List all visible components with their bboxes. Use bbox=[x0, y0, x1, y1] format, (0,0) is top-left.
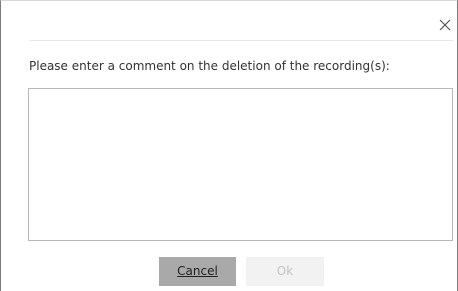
comment-input[interactable] bbox=[28, 88, 453, 241]
delete-comment-dialog: Please enter a comment on the deletion o… bbox=[0, 0, 458, 291]
prompt-label: Please enter a comment on the deletion o… bbox=[29, 59, 390, 73]
ok-button[interactable]: Ok bbox=[246, 257, 324, 286]
cancel-button[interactable]: Cancel bbox=[159, 257, 236, 286]
close-icon[interactable] bbox=[437, 17, 453, 33]
title-divider bbox=[29, 40, 453, 41]
